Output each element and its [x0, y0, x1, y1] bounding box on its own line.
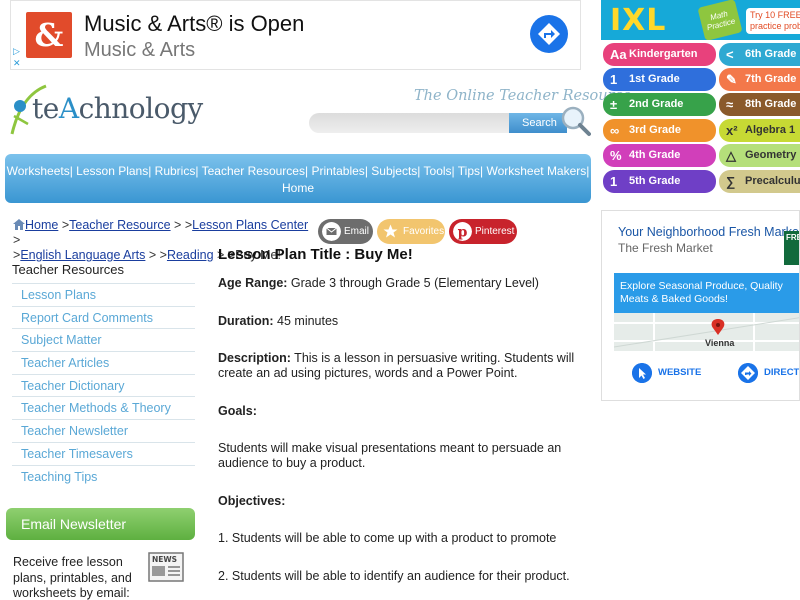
breadcrumb-home[interactable]: Home: [25, 218, 58, 232]
fm-logo-tile: FRE: [784, 231, 799, 265]
website-button[interactable]: WEBSITE: [632, 358, 701, 388]
globe-cursor-icon: [632, 363, 652, 383]
pinterest-icon: p: [453, 222, 472, 241]
star-icon: [381, 222, 400, 241]
description: Description: This is a lesson in persuas…: [218, 351, 575, 380]
svg-text:p: p: [458, 225, 468, 241]
approx-icon: ≈: [726, 97, 734, 112]
sidebar-heading: Teacher Resources: [12, 262, 124, 277]
objective-item: 2. Students will be able to identify an …: [218, 568, 570, 583]
age-range: Age Range: Grade 3 through Grade 5 (Elem…: [218, 276, 539, 290]
triangle-icon: △: [726, 148, 736, 163]
svg-text:&: &: [35, 16, 64, 54]
goals-heading: Goals:: [218, 403, 257, 418]
site-logo[interactable]: teAchnology: [8, 78, 208, 140]
sidebar-item-lesson-plans[interactable]: Lesson Plans: [12, 283, 195, 306]
map-city-label: Vienna: [705, 338, 735, 348]
newsletter-heading: Email Newsletter: [6, 508, 195, 540]
ixl-logo: IXL: [610, 3, 667, 38]
grade-1st[interactable]: 1 1st Grade: [603, 68, 716, 91]
main-nav: Worksheets| Lesson Plans| Rubrics| Teach…: [5, 154, 591, 203]
search-input[interactable]: [309, 113, 509, 133]
grade-3rd[interactable]: ∞ 3rd Grade: [603, 119, 716, 142]
grade-7th[interactable]: ✎ 7th Grade: [719, 68, 800, 91]
site-tagline: The Online Teacher Resource: [414, 88, 632, 104]
goals-text: Students will make visual presentations …: [218, 441, 562, 470]
grade-kindergarten[interactable]: Aa Kindergarten: [603, 43, 716, 66]
number-one-icon: 1: [610, 72, 618, 87]
ad-subtitle: Music & Arts: [84, 39, 196, 61]
ixl-try-free[interactable]: Try 10 FREE practice problems: [746, 8, 800, 34]
share-pinterest-button[interactable]: p Pinterest: [449, 219, 517, 244]
sidebar-item-teacher-methods[interactable]: Teacher Methods & Theory: [12, 396, 195, 419]
breadcrumb-reading[interactable]: Reading: [167, 248, 214, 262]
fraction-icon: 1: [610, 174, 618, 189]
music-arts-logo-icon: &: [26, 12, 72, 58]
fresh-market-ad[interactable]: Your Neighborhood Fresh Market The Fresh…: [601, 210, 800, 401]
nav-worksheets[interactable]: Worksheets: [7, 164, 70, 178]
grade-8th[interactable]: ≈8th Grade: [719, 93, 800, 116]
grade-6th[interactable]: <6th Grade: [719, 43, 800, 66]
nav-teacher-resources[interactable]: Teacher Resources: [202, 164, 305, 178]
sidebar-list: Lesson Plans Report Card Comments Subjec…: [12, 283, 195, 487]
breadcrumb-teacher-resource[interactable]: Teacher Resource: [69, 218, 170, 232]
grade-2nd[interactable]: ±2nd Grade: [603, 93, 716, 116]
nav-home[interactable]: Home: [282, 181, 314, 195]
sigma-icon: ∑: [726, 174, 736, 189]
fm-ad-subtitle: The Fresh Market: [618, 241, 713, 255]
svg-text:NEWS: NEWS: [152, 555, 177, 564]
math-practice-badge: Math Practice: [697, 0, 743, 40]
plus-minus-icon: ±: [610, 97, 618, 112]
objective-item: 1. Students will be able to come up with…: [218, 531, 557, 545]
grade-algebra-1[interactable]: x² Algebra 1: [719, 119, 800, 142]
breadcrumb-english[interactable]: English Language Arts: [20, 248, 145, 262]
grade-5th[interactable]: 1 5th Grade: [603, 170, 716, 193]
nav-worksheet-makers[interactable]: Worksheet Makers: [486, 164, 586, 178]
share-email-button[interactable]: Email: [318, 219, 373, 244]
sidebar-item-teacher-dictionary[interactable]: Teacher Dictionary: [12, 373, 195, 397]
nav-lesson-plans[interactable]: Lesson Plans: [76, 164, 148, 178]
adchoices-icon[interactable]: ▷ ✕: [13, 45, 23, 69]
mail-icon: [322, 222, 341, 241]
ixl-ad-header[interactable]: IXL Math Practice Try 10 FREE practice p…: [601, 0, 800, 40]
nav-subjects[interactable]: Subjects: [371, 164, 417, 178]
pencil-icon: ✎: [726, 72, 737, 87]
sidebar-item-subject-matter[interactable]: Subject Matter: [12, 328, 195, 351]
fm-ad-banner[interactable]: Explore Seasonal Produce, Quality Meats …: [614, 273, 799, 313]
x-squared-icon: x²: [726, 123, 738, 138]
grade-precalculus[interactable]: ∑Precalculus: [719, 170, 800, 193]
newspaper-icon: NEWS: [148, 552, 184, 582]
search-icon[interactable]: [559, 105, 591, 137]
directions-icon: [738, 363, 758, 383]
lesson-title: Lesson Plan Title : Buy Me!: [218, 246, 413, 263]
home-icon: [13, 219, 25, 230]
sidebar-item-report-card-comments[interactable]: Report Card Comments: [12, 305, 195, 329]
newsletter-text: Receive free lesson plans, printables, a…: [13, 555, 132, 600]
logo-text: teAchnology: [32, 92, 203, 125]
letters-icon: Aa: [610, 47, 627, 62]
sidebar-item-teaching-tips[interactable]: Teaching Tips: [12, 464, 195, 488]
share-favorites-button[interactable]: Favorites: [377, 219, 445, 244]
grade-geometry[interactable]: △ Geometry: [719, 144, 800, 167]
nav-tools[interactable]: Tools: [424, 164, 452, 178]
nav-printables[interactable]: Printables: [311, 164, 364, 178]
top-ad-banner[interactable]: & Music & Arts® is Open Music & Arts ▷ ✕: [10, 0, 581, 70]
breadcrumb-lesson-plans-center[interactable]: Lesson Plans Center: [192, 218, 308, 232]
ad-title[interactable]: Music & Arts® is Open: [84, 11, 304, 37]
sidebar-item-teacher-timesavers[interactable]: Teacher Timesavers: [12, 441, 195, 465]
objectives-heading: Objectives:: [218, 493, 286, 508]
directions-button[interactable]: DIRECTIONS: [738, 358, 799, 388]
lesson-content: Lesson Plan Title : Buy Me! Age Range: G…: [218, 247, 593, 600]
duration: Duration: 45 minutes: [218, 313, 339, 328]
grade-4th[interactable]: % 4th Grade: [603, 144, 716, 167]
percent-icon: %: [610, 148, 622, 163]
nav-rubrics[interactable]: Rubrics: [155, 164, 196, 178]
nav-tips[interactable]: Tips: [458, 164, 480, 178]
less-than-icon: <: [726, 47, 734, 62]
sidebar-item-teacher-articles[interactable]: Teacher Articles: [12, 351, 195, 374]
fm-ad-title[interactable]: Your Neighborhood Fresh Market: [618, 225, 799, 239]
infinity-icon: ∞: [610, 123, 620, 138]
sidebar-item-teacher-newsletter[interactable]: Teacher Newsletter: [12, 419, 195, 442]
directions-arrow-icon[interactable]: [530, 15, 568, 53]
